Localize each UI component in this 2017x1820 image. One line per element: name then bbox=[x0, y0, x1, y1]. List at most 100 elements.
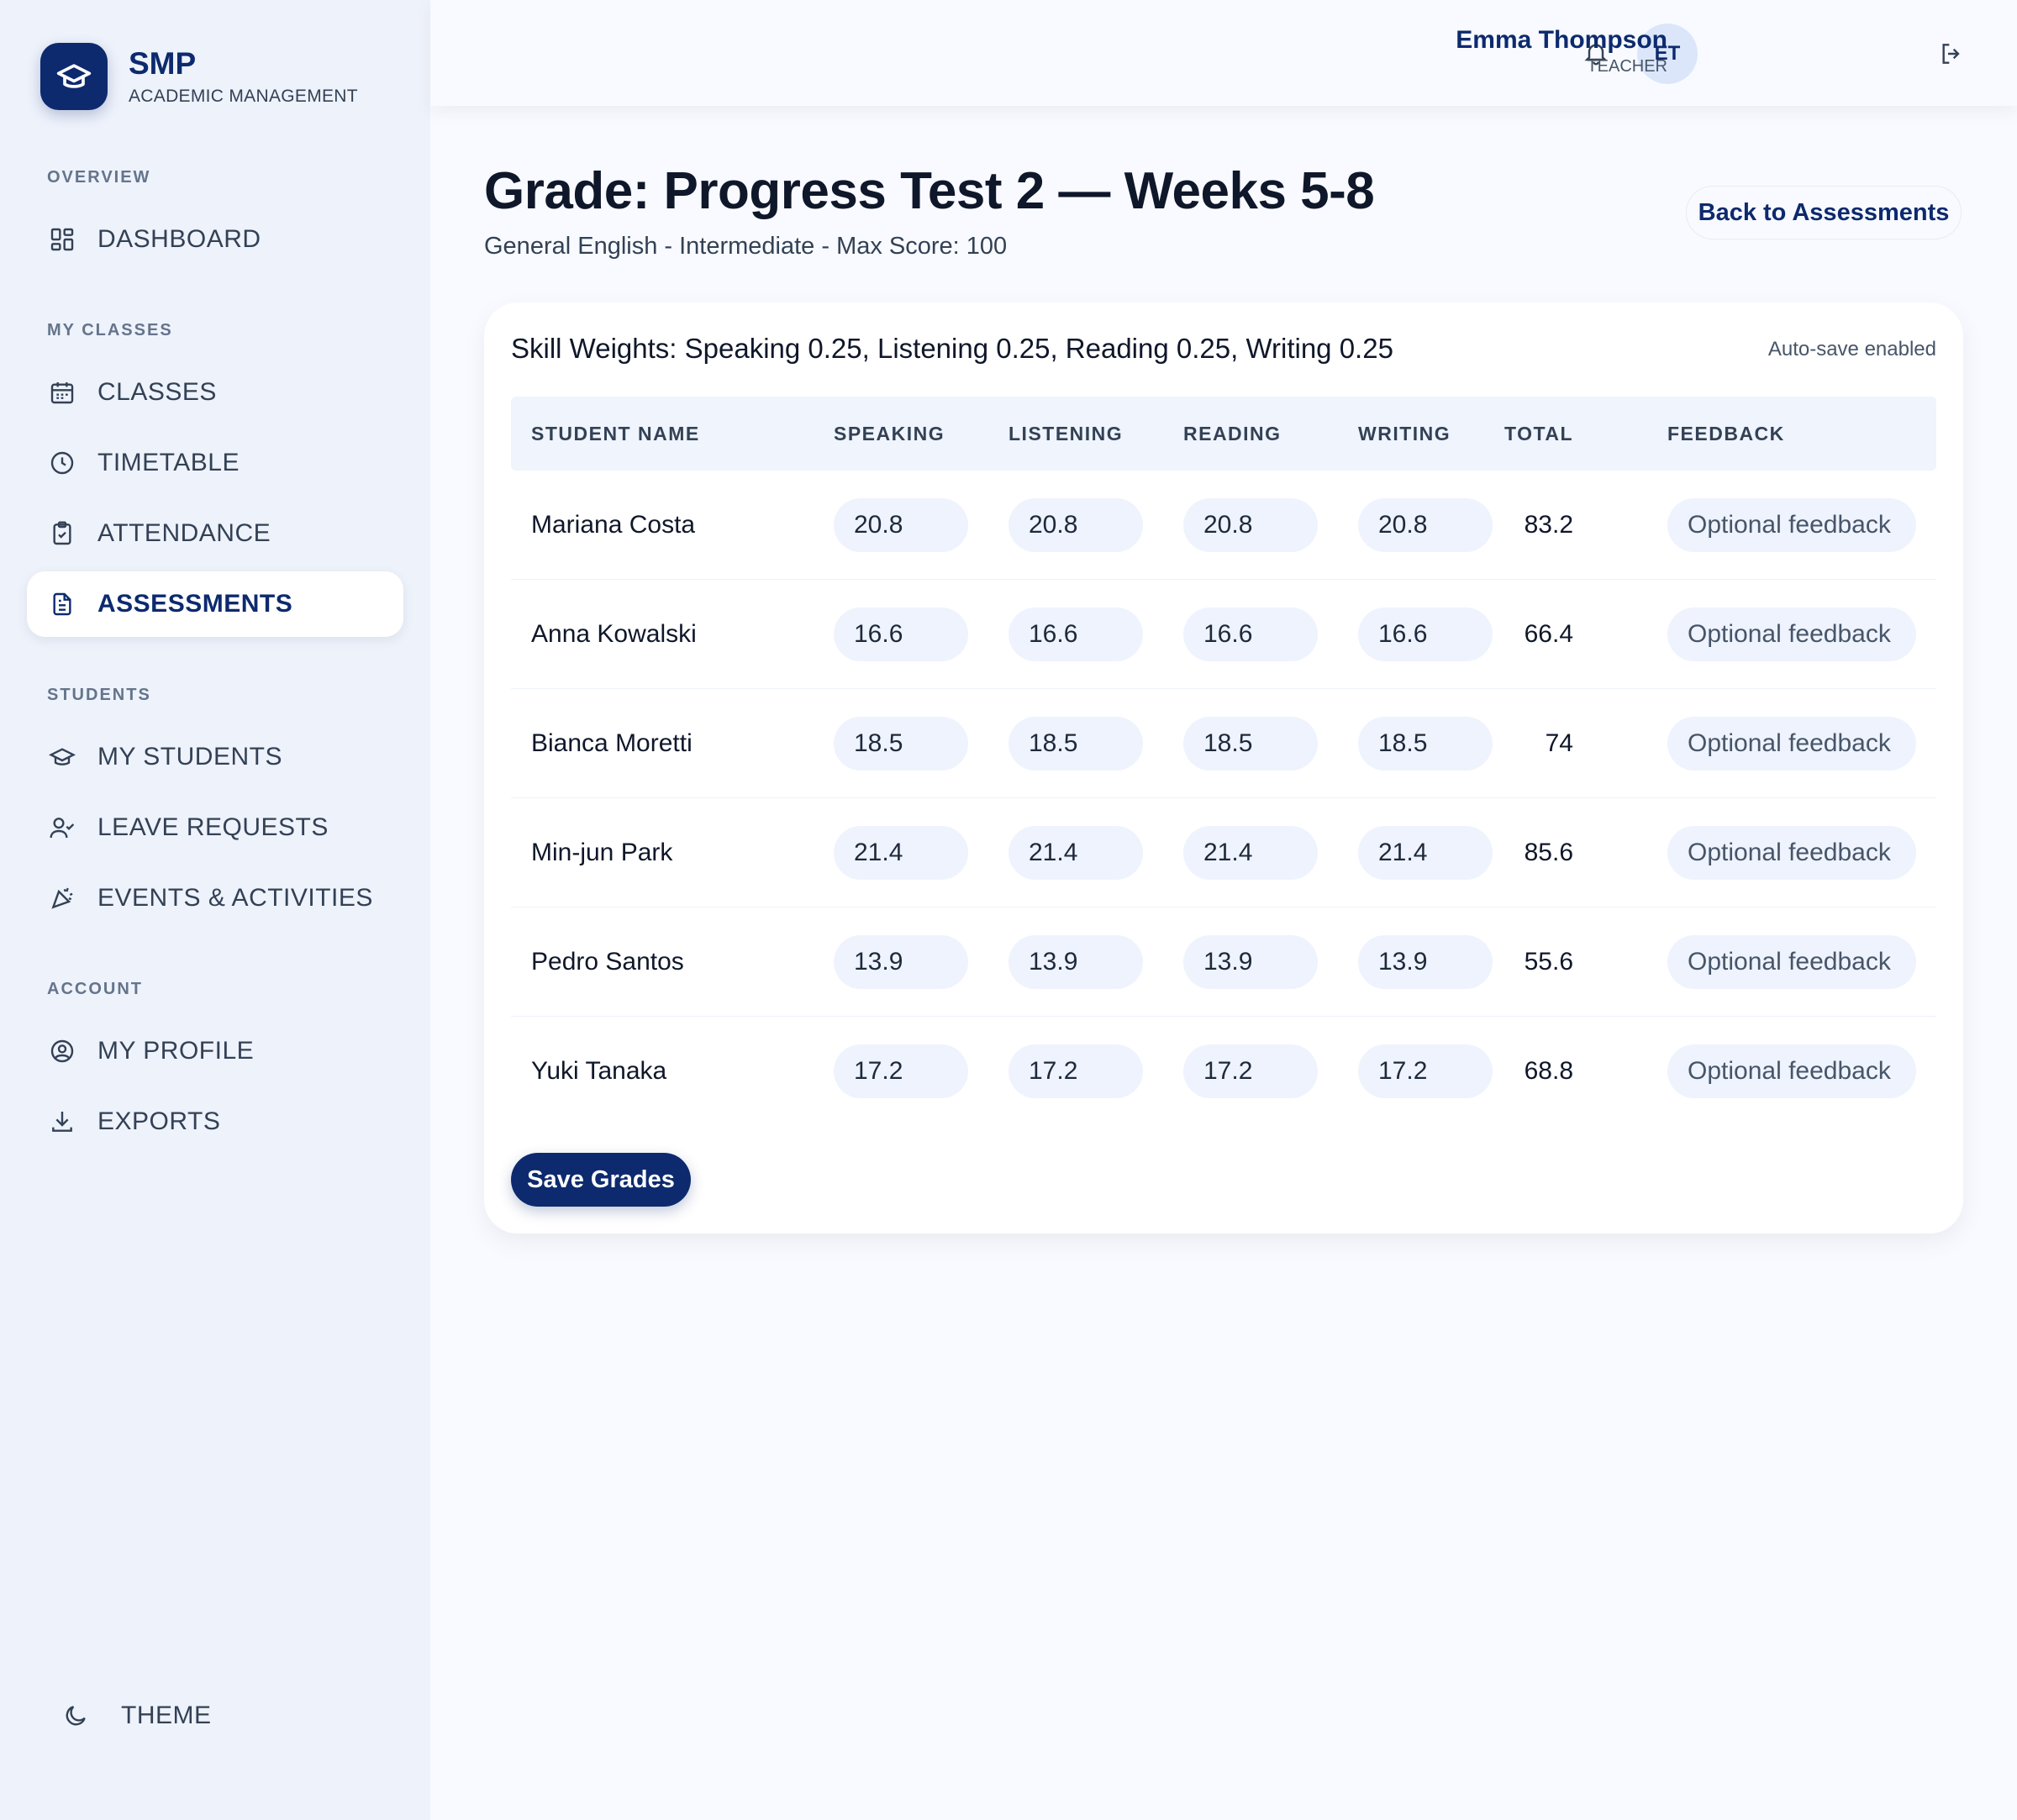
autosave-status: Auto-save enabled bbox=[1767, 338, 1936, 360]
speaking-score-input[interactable]: 13.9 bbox=[834, 935, 968, 989]
writing-score-input[interactable]: 16.6 bbox=[1358, 608, 1493, 661]
sidebar-item-label: DASHBOARD bbox=[97, 225, 261, 253]
topbar: ET Emma Thompson TEACHER bbox=[430, 0, 2017, 106]
dashboard-icon bbox=[47, 224, 77, 255]
writing-score-input[interactable]: 13.9 bbox=[1358, 935, 1493, 989]
feedback-input[interactable]: Optional feedback bbox=[1667, 935, 1916, 989]
user-name: Emma Thompson bbox=[1456, 26, 1667, 54]
listening-score-input[interactable]: 21.4 bbox=[1008, 826, 1143, 880]
sidebar-item-assessments[interactable]: ASSESSMENTS bbox=[27, 571, 403, 637]
speaking-score-input[interactable]: 20.8 bbox=[834, 498, 968, 552]
listening-score-input[interactable]: 18.5 bbox=[1008, 717, 1143, 771]
student-name: Bianca Moretti bbox=[531, 729, 693, 757]
listening-score-input[interactable]: 20.8 bbox=[1008, 498, 1143, 552]
sidebar-item-my-profile[interactable]: MY PROFILE bbox=[27, 1018, 403, 1084]
theme-label: THEME bbox=[121, 1702, 212, 1729]
brand-subtitle: ACADEMIC MANAGEMENT bbox=[129, 87, 358, 106]
total-score: 85.6 bbox=[1524, 839, 1573, 866]
total-score: 74 bbox=[1545, 729, 1573, 757]
user-role: TEACHER bbox=[1587, 57, 1667, 76]
table-row: Anna Kowalski 16.6 16.6 16.6 16.6 66.4 Optiona… bbox=[511, 580, 1936, 689]
document-icon bbox=[47, 589, 77, 619]
column-header-listening: LISTENING bbox=[1008, 422, 1124, 444]
user-circle-icon bbox=[47, 1036, 77, 1066]
listening-score-input[interactable]: 13.9 bbox=[1008, 935, 1143, 989]
sidebar-item-label: EXPORTS bbox=[97, 1107, 221, 1135]
table-row: Pedro Santos 13.9 13.9 13.9 13.9 55.6 Optional… bbox=[511, 907, 1936, 1017]
user-check-icon bbox=[47, 813, 77, 843]
sidebar-item-label: MY STUDENTS bbox=[97, 743, 282, 771]
sidebar-item-classes[interactable]: CLASSES bbox=[27, 360, 403, 425]
sidebar: SMP ACADEMIC MANAGEMENT OVERVIEW DASHBOA… bbox=[0, 0, 430, 1820]
column-header-writing: WRITING bbox=[1358, 422, 1451, 444]
moon-icon bbox=[61, 1701, 91, 1731]
section-label-my-classes: MY CLASSES bbox=[47, 321, 173, 339]
brand-name: SMP bbox=[129, 46, 197, 81]
student-name: Pedro Santos bbox=[531, 948, 684, 976]
table-row: Mariana Costa 20.8 20.8 20.8 20.8 83.2 Optiona… bbox=[511, 471, 1936, 580]
theme-toggle[interactable]: THEME bbox=[61, 1701, 212, 1731]
reading-score-input[interactable]: 20.8 bbox=[1183, 498, 1318, 552]
feedback-input[interactable]: Optional feedback bbox=[1667, 498, 1916, 552]
column-header-student-name: STUDENT NAME bbox=[531, 422, 700, 444]
party-icon bbox=[47, 883, 77, 913]
speaking-score-input[interactable]: 21.4 bbox=[834, 826, 968, 880]
sidebar-item-exports[interactable]: EXPORTS bbox=[27, 1089, 403, 1155]
sidebar-item-label: TIMETABLE bbox=[97, 449, 240, 476]
feedback-input[interactable]: Optional feedback bbox=[1667, 826, 1916, 880]
total-score: 68.8 bbox=[1524, 1057, 1573, 1085]
student-name: Mariana Costa bbox=[531, 511, 696, 539]
logout-icon[interactable] bbox=[1935, 37, 1968, 71]
graduation-cap-icon bbox=[40, 43, 108, 110]
download-icon bbox=[47, 1107, 77, 1137]
total-score: 83.2 bbox=[1524, 511, 1573, 539]
student-name: Min-jun Park bbox=[531, 839, 673, 866]
column-header-speaking: SPEAKING bbox=[834, 422, 945, 444]
sidebar-item-label: EVENTS & ACTIVITIES bbox=[97, 884, 373, 912]
reading-score-input[interactable]: 18.5 bbox=[1183, 717, 1318, 771]
section-label-overview: OVERVIEW bbox=[47, 168, 151, 187]
student-name: Yuki Tanaka bbox=[531, 1057, 667, 1085]
writing-score-input[interactable]: 17.2 bbox=[1358, 1044, 1493, 1098]
speaking-score-input[interactable]: 18.5 bbox=[834, 717, 968, 771]
writing-score-input[interactable]: 20.8 bbox=[1358, 498, 1493, 552]
brand[interactable]: SMP ACADEMIC MANAGEMENT bbox=[40, 43, 358, 110]
table-header: STUDENT NAME SPEAKING LISTENING READING … bbox=[511, 397, 1936, 471]
reading-score-input[interactable]: 16.6 bbox=[1183, 608, 1318, 661]
reading-score-input[interactable]: 21.4 bbox=[1183, 826, 1318, 880]
speaking-score-input[interactable]: 17.2 bbox=[834, 1044, 968, 1098]
clipboard-check-icon bbox=[47, 518, 77, 549]
section-label-account: ACCOUNT bbox=[47, 980, 143, 998]
writing-score-input[interactable]: 18.5 bbox=[1358, 717, 1493, 771]
total-score: 55.6 bbox=[1524, 948, 1573, 976]
writing-score-input[interactable]: 21.4 bbox=[1358, 826, 1493, 880]
feedback-input[interactable]: Optional feedback bbox=[1667, 717, 1916, 771]
table-row: Yuki Tanaka 17.2 17.2 17.2 17.2 68.8 Optional … bbox=[511, 1017, 1936, 1126]
column-header-feedback: FEEDBACK bbox=[1667, 422, 1785, 444]
page-subtitle: General English - Intermediate - Max Sco… bbox=[484, 233, 1008, 260]
skill-weights: Skill Weights: Speaking 0.25, Listening … bbox=[511, 333, 1393, 364]
sidebar-item-leave-requests[interactable]: LEAVE REQUESTS bbox=[27, 795, 403, 860]
page-title: Grade: Progress Test 2 — Weeks 5-8 bbox=[484, 162, 1375, 220]
save-grades-button[interactable]: Save Grades bbox=[511, 1153, 691, 1207]
feedback-input[interactable]: Optional feedback bbox=[1667, 608, 1916, 661]
table-row: Min-jun Park 21.4 21.4 21.4 21.4 85.6 Optional… bbox=[511, 798, 1936, 907]
feedback-input[interactable]: Optional feedback bbox=[1667, 1044, 1916, 1098]
clock-icon bbox=[47, 448, 77, 478]
listening-score-input[interactable]: 16.6 bbox=[1008, 608, 1143, 661]
grading-card: Skill Weights: Speaking 0.25, Listening … bbox=[484, 302, 1963, 1233]
student-name: Anna Kowalski bbox=[531, 620, 697, 648]
sidebar-item-events[interactable]: EVENTS & ACTIVITIES bbox=[27, 865, 403, 931]
sidebar-item-timetable[interactable]: TIMETABLE bbox=[27, 430, 403, 496]
table-row: Bianca Moretti 18.5 18.5 18.5 18.5 74 Optional… bbox=[511, 689, 1936, 798]
listening-score-input[interactable]: 17.2 bbox=[1008, 1044, 1143, 1098]
sidebar-item-attendance[interactable]: ATTENDANCE bbox=[27, 501, 403, 566]
reading-score-input[interactable]: 17.2 bbox=[1183, 1044, 1318, 1098]
sidebar-item-dashboard[interactable]: DASHBOARD bbox=[27, 207, 403, 272]
reading-score-input[interactable]: 13.9 bbox=[1183, 935, 1318, 989]
back-to-assessments-button[interactable]: Back to Assessments bbox=[1686, 186, 1962, 239]
user-info: Emma Thompson TEACHER bbox=[1456, 25, 1667, 76]
sidebar-item-label: ATTENDANCE bbox=[97, 519, 271, 547]
sidebar-item-my-students[interactable]: MY STUDENTS bbox=[27, 724, 403, 790]
speaking-score-input[interactable]: 16.6 bbox=[834, 608, 968, 661]
